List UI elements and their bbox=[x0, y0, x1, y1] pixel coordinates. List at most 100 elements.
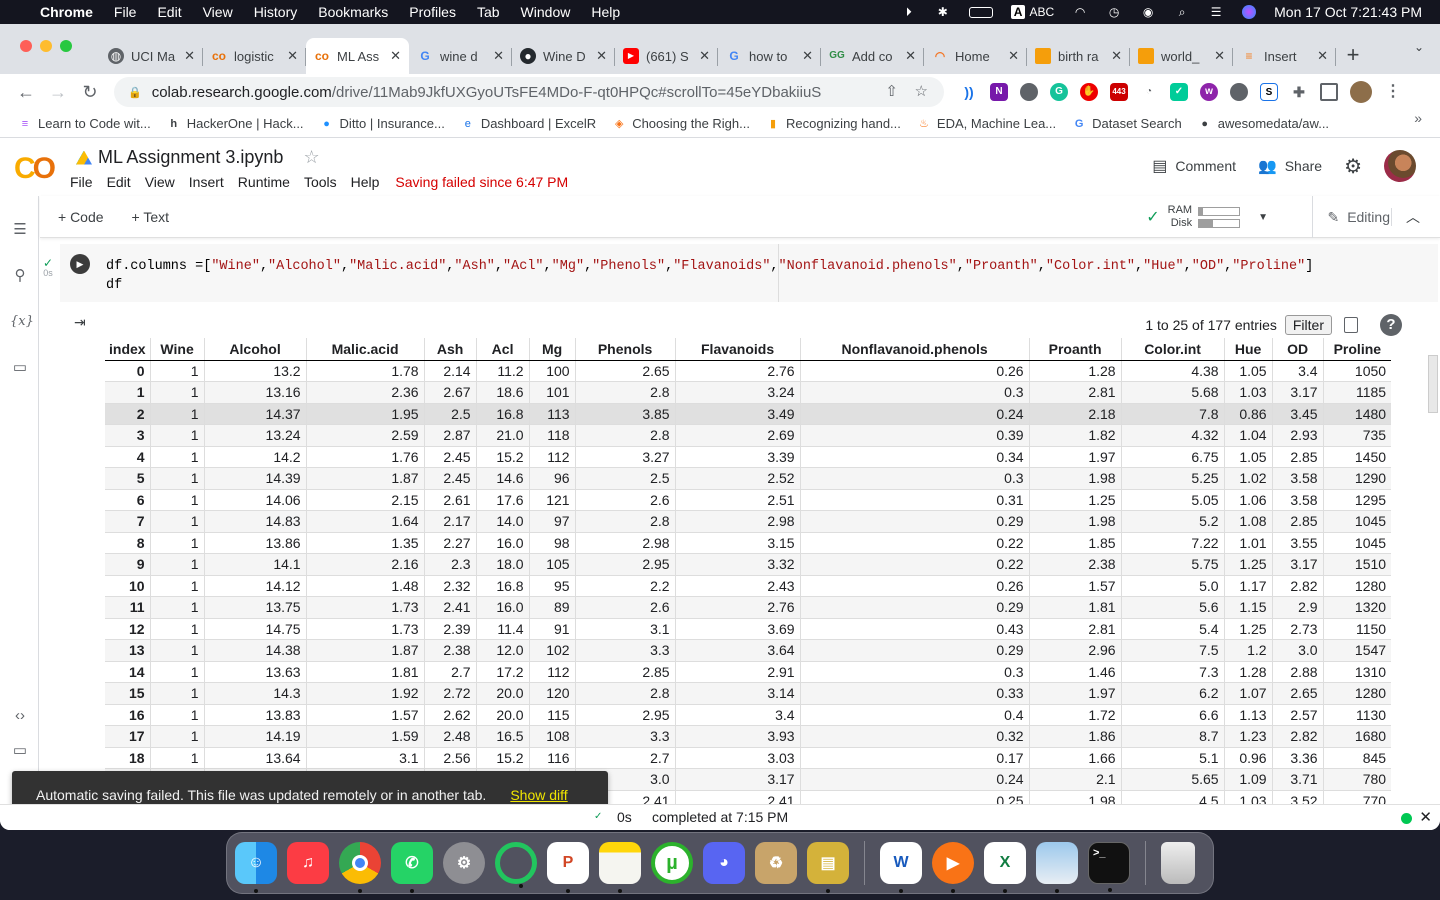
bookmark[interactable]: G Dataset Search bbox=[1072, 116, 1182, 131]
dock-notes-icon[interactable] bbox=[599, 842, 641, 893]
star-icon[interactable]: ☆ bbox=[303, 147, 319, 168]
tab[interactable]: world_ ✕ bbox=[1130, 38, 1233, 74]
colab-menu-file[interactable]: File bbox=[70, 174, 93, 190]
forward-icon[interactable]: → bbox=[42, 82, 74, 103]
tab-active[interactable]: co ML Ass ✕ bbox=[306, 38, 409, 74]
close-status-icon[interactable]: ✕ bbox=[1419, 808, 1432, 826]
address-bar[interactable]: 🔒 colab.research.google.com/drive/11Mab9… bbox=[114, 77, 944, 107]
bookmark[interactable]: e Dashboard | ExcelR bbox=[461, 116, 596, 131]
column-header-nonflavanoid-phenols[interactable]: Nonflavanoid.phenols bbox=[799, 338, 1030, 361]
column-header-acl[interactable]: Acl bbox=[475, 338, 530, 361]
dock-archive-utility-icon[interactable]: ♻ bbox=[755, 842, 797, 884]
column-header-index[interactable]: index bbox=[105, 338, 151, 361]
bookmark[interactable]: ● awesomedata/aw... bbox=[1198, 116, 1329, 131]
dock-terminal-icon[interactable]: >_ bbox=[1088, 842, 1130, 892]
close-tab-icon[interactable]: ✕ bbox=[1214, 48, 1225, 64]
close-tab-icon[interactable]: ✕ bbox=[287, 48, 298, 64]
tab[interactable]: ● Wine D ✕ bbox=[512, 38, 615, 74]
settings-gear-icon[interactable]: ⚙ bbox=[1344, 154, 1362, 179]
ext-grammarly-icon[interactable]: G bbox=[1050, 83, 1068, 101]
add-code-button[interactable]: + Code bbox=[58, 209, 104, 225]
user-icon[interactable]: ◉ bbox=[1140, 5, 1156, 19]
battery-icon[interactable] bbox=[968, 6, 993, 18]
command-palette-icon[interactable]: ▭ bbox=[10, 741, 30, 761]
tab[interactable]: birth ra ✕ bbox=[1027, 38, 1130, 74]
play-circle-icon[interactable]: ⏵ bbox=[901, 5, 917, 19]
tab[interactable]: ◍ UCI Ma ✕ bbox=[100, 38, 203, 74]
close-tab-icon[interactable]: ✕ bbox=[1111, 48, 1122, 64]
dock-discord-icon[interactable]: ◕ bbox=[703, 842, 745, 884]
copy-icon[interactable] bbox=[1344, 317, 1358, 333]
column-header-wine[interactable]: Wine bbox=[149, 338, 205, 361]
close-tab-icon[interactable]: ✕ bbox=[596, 48, 607, 64]
output-actions-icon[interactable]: ⇥ bbox=[74, 314, 86, 331]
share-icon[interactable]: ⇧ bbox=[885, 82, 898, 100]
column-header-phenols[interactable]: Phenols bbox=[574, 338, 676, 361]
dock-music-icon[interactable]: ♫ bbox=[287, 842, 329, 884]
bluetooth-icon[interactable]: ✱ bbox=[935, 5, 951, 19]
table-row[interactable]: 12 1 14.75 1.73 2.39 11.4 91 3.1 3.69 0.43 2.81 5.4… bbox=[105, 618, 1392, 640]
code-cell[interactable]: ▶ df.columns =["Wine","Alcohol","Malic.a… bbox=[60, 244, 1438, 302]
ext-read-aloud-icon[interactable]: )) bbox=[960, 83, 978, 101]
close-window-button[interactable] bbox=[20, 40, 32, 52]
table-row[interactable]: 8 1 13.86 1.35 2.27 16.0 98 2.98 3.15 0.22 1.85 7.2… bbox=[105, 532, 1392, 554]
table-row[interactable]: 9 1 14.1 2.16 2.3 18.0 105 2.95 3.32 0.22 2.38 5.75… bbox=[105, 553, 1392, 576]
menu-file[interactable]: File bbox=[114, 4, 137, 20]
spotlight-icon[interactable]: ⌕ bbox=[1174, 5, 1190, 19]
run-cell-button[interactable]: ▶ bbox=[70, 254, 90, 274]
dock-finder-icon[interactable]: ☺ bbox=[235, 842, 277, 893]
table-row[interactable]: 15 1 14.3 1.92 2.72 20.0 120 2.8 3.14 0.33 1.97 6.2… bbox=[105, 682, 1392, 705]
time-machine-icon[interactable]: ◷ bbox=[1106, 5, 1122, 19]
table-row[interactable]: 13 1 14.38 1.87 2.38 12.0 102 3.3 3.64 0.29 2.96 7.… bbox=[105, 639, 1392, 662]
variables-icon[interactable]: {x} bbox=[10, 312, 34, 332]
tab[interactable]: ◠ Home ✕ bbox=[924, 38, 1027, 74]
colab-logo[interactable]: CO bbox=[14, 152, 56, 186]
status-message[interactable]: completed at 7:15 PM bbox=[652, 809, 788, 825]
control-center-icon[interactable]: ☰ bbox=[1208, 5, 1224, 19]
colab-menu-runtime[interactable]: Runtime bbox=[238, 174, 290, 190]
clock[interactable]: Mon 17 Oct 7:21:43 PM bbox=[1274, 4, 1422, 20]
show-diff-link[interactable]: Show diff bbox=[510, 787, 567, 803]
editing-mode-button[interactable]: ✎ Editing bbox=[1312, 196, 1390, 238]
menu-tab[interactable]: Tab bbox=[477, 4, 500, 20]
back-icon[interactable]: ← bbox=[10, 82, 42, 103]
bookmark[interactable]: ≡ Learn to Code wit... bbox=[18, 116, 151, 131]
close-tab-icon[interactable]: ✕ bbox=[802, 48, 813, 64]
extensions-puzzle-icon[interactable]: ✚ bbox=[1290, 83, 1308, 101]
tab-search-icon[interactable]: ⌄ bbox=[1414, 40, 1424, 54]
table-row[interactable]: 17 1 14.19 1.59 2.48 16.5 108 3.3 3.93 0.32 1.86 8.… bbox=[105, 725, 1392, 748]
ext-abp-icon[interactable]: 443 bbox=[1110, 83, 1128, 101]
user-avatar[interactable] bbox=[1384, 150, 1416, 182]
filter-button[interactable]: Filter bbox=[1284, 315, 1332, 335]
dock-trash-icon[interactable] bbox=[1161, 842, 1195, 884]
tab[interactable]: Gwine d ✕ bbox=[409, 38, 512, 74]
dock-powerpoint-icon[interactable]: P bbox=[547, 842, 589, 893]
table-row[interactable]: 11 1 13.75 1.73 2.41 16.0 89 2.6 2.76 0.29 1.81 5.6… bbox=[105, 596, 1392, 619]
dock-preview-icon[interactable] bbox=[1036, 842, 1078, 893]
ext-circle-icon[interactable] bbox=[1020, 83, 1038, 101]
code-editor[interactable]: df.columns =["Wine","Alcohol","Malic.aci… bbox=[106, 257, 1313, 295]
dock-circle-app-icon[interactable] bbox=[495, 842, 537, 888]
tab[interactable]: ≡ Insert ✕ bbox=[1233, 38, 1336, 74]
dock-chrome-icon[interactable] bbox=[339, 842, 381, 893]
close-tab-icon[interactable]: ✕ bbox=[1008, 48, 1019, 64]
table-row[interactable]: 1 1 13.16 2.36 2.67 18.6 101 2.8 3.24 0.3 2.81 5.68… bbox=[105, 381, 1392, 404]
bookmark[interactable]: ◈ Choosing the Righ... bbox=[612, 116, 750, 131]
colab-menu-help[interactable]: Help bbox=[351, 174, 380, 190]
close-tab-icon[interactable]: ✕ bbox=[390, 48, 401, 64]
table-row[interactable]: 2 1 14.37 1.95 2.5 16.8 113 3.85 3.49 0.24 2.18 7.8… bbox=[105, 403, 1392, 425]
table-row[interactable]: 5 1 14.39 1.87 2.45 14.6 96 2.5 2.52 0.3 1.98 5.25 1… bbox=[105, 467, 1392, 490]
column-header-mg[interactable]: Mg bbox=[528, 338, 576, 361]
minimize-window-button[interactable] bbox=[40, 40, 52, 52]
bookmark[interactable]: ● Ditto | Insurance... bbox=[320, 116, 445, 131]
files-folder-icon[interactable]: ▭ bbox=[10, 358, 30, 378]
table-row[interactable]: 0 1 13.2 1.78 2.14 11.2 100 2.65 2.76 0.26 1.28 4.3… bbox=[105, 360, 1392, 382]
menu-history[interactable]: History bbox=[254, 4, 298, 20]
table-row[interactable]: 4 1 14.2 1.76 2.45 15.2 112 3.27 3.39 0.34 1.97 6.7… bbox=[105, 446, 1392, 468]
dock-system-preferences-icon[interactable]: ⚙ bbox=[443, 842, 485, 884]
ext-vpn-icon[interactable] bbox=[1230, 83, 1248, 101]
table-scrollbar[interactable] bbox=[1428, 355, 1438, 413]
table-of-contents-icon[interactable]: ☰ bbox=[10, 220, 30, 240]
column-header-ash[interactable]: Ash bbox=[423, 338, 477, 361]
menu-view[interactable]: View bbox=[203, 4, 233, 20]
